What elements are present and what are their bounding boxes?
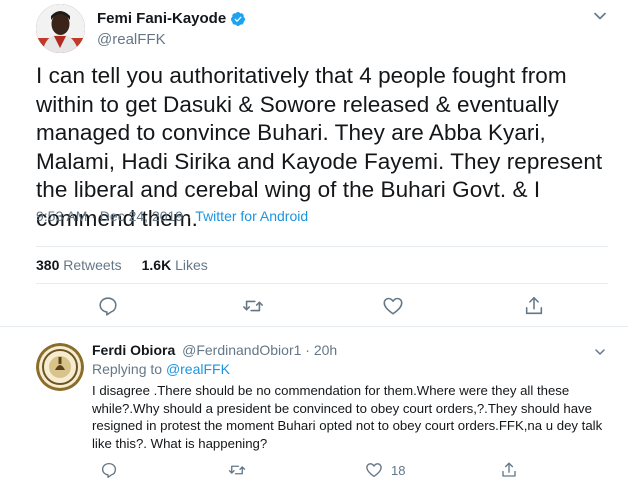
replying-to: Replying to @realFFK [92,361,230,377]
replying-to-prefix: Replying to [92,361,163,377]
reply-time[interactable]: · 20h [305,342,337,358]
reply-likes-count: 18 [391,463,406,478]
heart-icon[interactable] [382,295,404,317]
retweet-icon[interactable] [242,295,264,317]
verified-badge-icon [230,11,246,27]
tweet-meta: 9:53 AM · Dec 24, 2019 · Twitter for And… [36,208,308,224]
reply-author-handle[interactable]: @FerdinandObior1 [182,342,301,358]
reply-author-avatar[interactable] [36,343,84,391]
author-handle[interactable]: @realFFK [97,31,166,48]
chevron-down-icon[interactable] [594,345,606,357]
retweets-stat[interactable]: 380 Retweets [36,257,122,273]
replying-to-link[interactable]: @realFFK [166,361,230,377]
share-icon[interactable] [523,295,545,317]
retweet-icon[interactable] [228,461,246,479]
reply-header: Ferdi Obiora @FerdinandObior1 · 20h [92,342,337,358]
tweet-timestamp[interactable]: 9:53 AM · Dec 24, 2019 [36,208,183,224]
retweets-label: Retweets [63,257,122,273]
author-avatar[interactable] [36,4,85,53]
tweet-actions [0,295,628,319]
reply-text: I disagree .There should be no commendat… [92,383,603,451]
reply-actions: 18 [0,461,628,481]
reply-icon[interactable] [97,295,119,317]
reply-tweet[interactable]: Ferdi Obiora @FerdinandObior1 · 20h Repl… [0,330,628,495]
chevron-down-icon[interactable] [593,9,607,23]
author-name[interactable]: Femi Fani-Kayode [97,10,246,27]
meta-separator: · [183,208,196,224]
likes-label: Likes [175,257,208,273]
retweets-count: 380 [36,257,60,273]
author-name-text[interactable]: Femi Fani-Kayode [97,10,226,27]
reply-icon[interactable] [100,461,118,479]
share-icon[interactable] [500,461,518,479]
heart-icon[interactable] [365,461,383,479]
tweet-source-link[interactable]: Twitter for Android [195,208,308,224]
tweet-stats: 380 Retweets 1.6K Likes [36,246,608,284]
likes-count: 1.6K [141,257,172,273]
likes-stat[interactable]: 1.6K Likes [142,257,208,273]
reply-author-name[interactable]: Ferdi Obiora [92,342,175,358]
main-tweet[interactable]: Femi Fani-Kayode @realFFK I can tell you… [0,0,628,327]
